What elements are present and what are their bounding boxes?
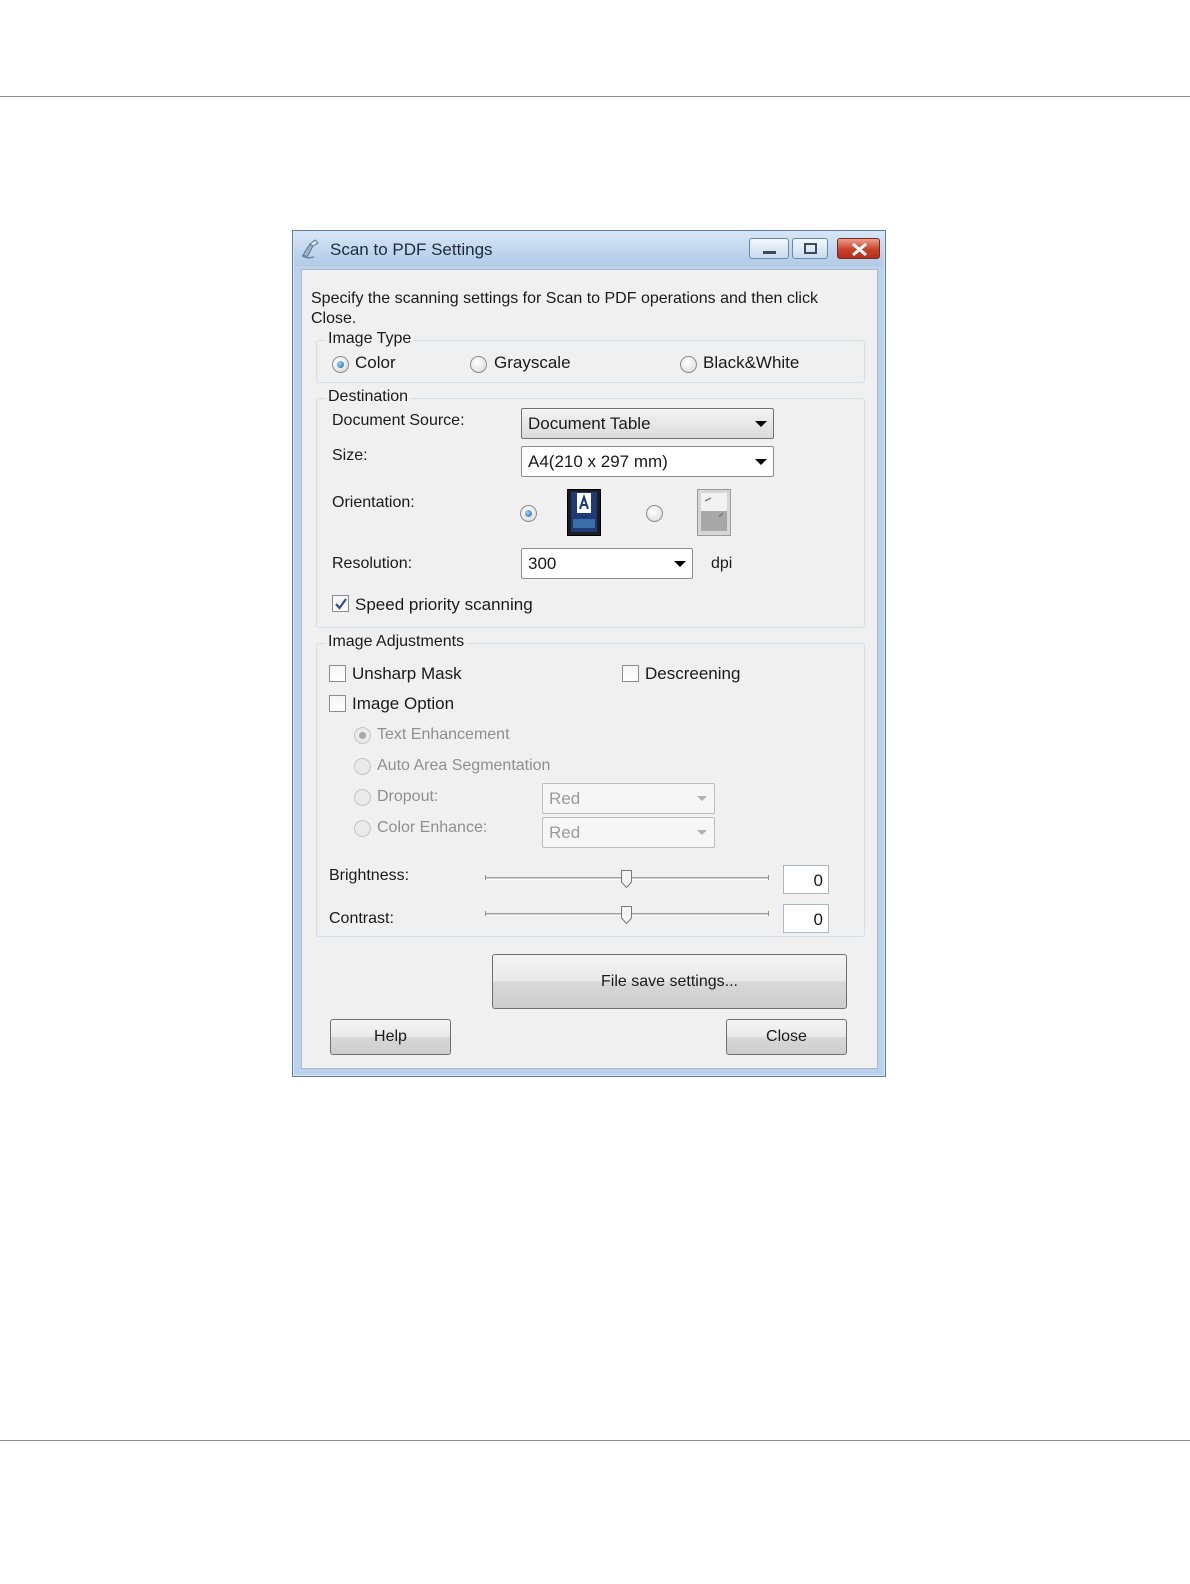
contrast-slider-thumb[interactable] <box>621 906 632 925</box>
image-adjustments-label: Image Adjustments <box>325 633 468 651</box>
grayscale-radio-label: Grayscale <box>494 353 571 372</box>
descreening-checkbox[interactable] <box>622 665 639 682</box>
dropout-select[interactable]: Red <box>542 783 715 814</box>
orientation-label: Orientation: <box>332 494 415 511</box>
text-enhancement-radio[interactable] <box>354 727 371 744</box>
color-enhance-select[interactable]: Red <box>542 817 715 848</box>
chevron-down-icon <box>755 459 767 465</box>
descreening-label: Descreening <box>645 664 741 683</box>
image-option-label: Image Option <box>352 694 455 713</box>
file-save-settings-button[interactable]: File save settings... <box>492 954 847 1009</box>
close-window-button[interactable] <box>837 238 880 259</box>
document-source-label: Document Source: <box>332 412 465 429</box>
instructions-line-2: Close. <box>311 310 357 327</box>
landscape-orientation-icon <box>697 489 731 536</box>
color-enhance-radio[interactable] <box>354 820 371 837</box>
chevron-down-icon <box>697 796 707 801</box>
dropout-label: Dropout: <box>377 788 439 805</box>
title-bar[interactable]: Scan to PDF Settings <box>294 232 884 266</box>
document-source-select[interactable]: Document Table <box>521 408 774 439</box>
close-button-label: Close <box>766 1028 807 1045</box>
maximize-icon <box>804 243 817 254</box>
grayscale-radio[interactable] <box>470 356 487 373</box>
contrast-label: Contrast: <box>329 910 394 927</box>
auto-area-segmentation-radio[interactable] <box>354 758 371 775</box>
speed-priority-checkbox[interactable] <box>332 595 349 612</box>
resolution-select[interactable]: 300 <box>521 548 693 579</box>
close-button[interactable]: Close <box>726 1019 847 1055</box>
help-button[interactable]: Help <box>330 1019 451 1055</box>
contrast-slider-tick <box>485 911 486 916</box>
auto-area-segmentation-label: Auto Area Segmentation <box>377 757 551 774</box>
checkmark-icon <box>335 598 347 610</box>
black-white-radio-label: Black&White <box>703 353 800 372</box>
black-white-radio[interactable] <box>680 356 697 373</box>
chevron-down-icon <box>697 830 707 835</box>
brightness-value-field[interactable]: 0 <box>783 865 829 894</box>
window-title: Scan to PDF Settings <box>330 240 493 259</box>
unsharp-mask-checkbox[interactable] <box>329 665 346 682</box>
brightness-slider-thumb[interactable] <box>621 870 632 889</box>
size-select[interactable]: A4(210 x 297 mm) <box>521 446 774 477</box>
instructions-line-1: Specify the scanning settings for Scan t… <box>311 290 818 307</box>
document-source-value: Document Table <box>528 414 651 433</box>
contrast-slider-tick <box>768 911 769 916</box>
color-enhance-label: Color Enhance: <box>377 819 488 836</box>
close-icon <box>852 242 867 257</box>
image-type-label: Image Type <box>325 330 415 348</box>
orientation-portrait-radio[interactable] <box>520 505 537 522</box>
chevron-down-icon <box>674 561 686 567</box>
dropout-radio[interactable] <box>354 789 371 806</box>
scanner-app-icon <box>300 238 322 260</box>
minimize-button[interactable] <box>749 238 789 259</box>
image-option-checkbox[interactable] <box>329 695 346 712</box>
contrast-value-field[interactable]: 0 <box>783 904 829 933</box>
brightness-label: Brightness: <box>329 867 410 884</box>
text-enhancement-label: Text Enhancement <box>377 726 510 743</box>
size-value: A4(210 x 297 mm) <box>528 452 668 471</box>
page-top-rule <box>0 96 1190 97</box>
portrait-orientation-icon <box>567 489 601 536</box>
page-bottom-rule <box>0 1440 1190 1441</box>
color-enhance-value: Red <box>549 823 581 842</box>
color-radio[interactable] <box>332 356 349 373</box>
speed-priority-label: Speed priority scanning <box>355 595 533 614</box>
chevron-down-icon <box>755 421 767 427</box>
resolution-label: Resolution: <box>332 555 413 572</box>
minimize-icon <box>763 251 776 254</box>
scan-to-pdf-settings-dialog: Scan to PDF Settings Specify the scannin… <box>292 230 886 1077</box>
size-label: Size: <box>332 447 368 464</box>
brightness-slider-tick <box>768 875 769 880</box>
resolution-value: 300 <box>528 554 557 573</box>
orientation-landscape-radio[interactable] <box>646 505 663 522</box>
dropout-value: Red <box>549 789 581 808</box>
dialog-client-area: Specify the scanning settings for Scan t… <box>301 269 878 1069</box>
color-radio-label: Color <box>355 353 396 372</box>
maximize-button[interactable] <box>792 238 828 259</box>
destination-label: Destination <box>325 388 412 406</box>
unsharp-mask-label: Unsharp Mask <box>352 664 462 683</box>
file-save-settings-label: File save settings... <box>601 973 738 990</box>
brightness-slider-tick <box>485 875 486 880</box>
help-button-label: Help <box>374 1028 407 1045</box>
resolution-unit: dpi <box>711 555 733 572</box>
